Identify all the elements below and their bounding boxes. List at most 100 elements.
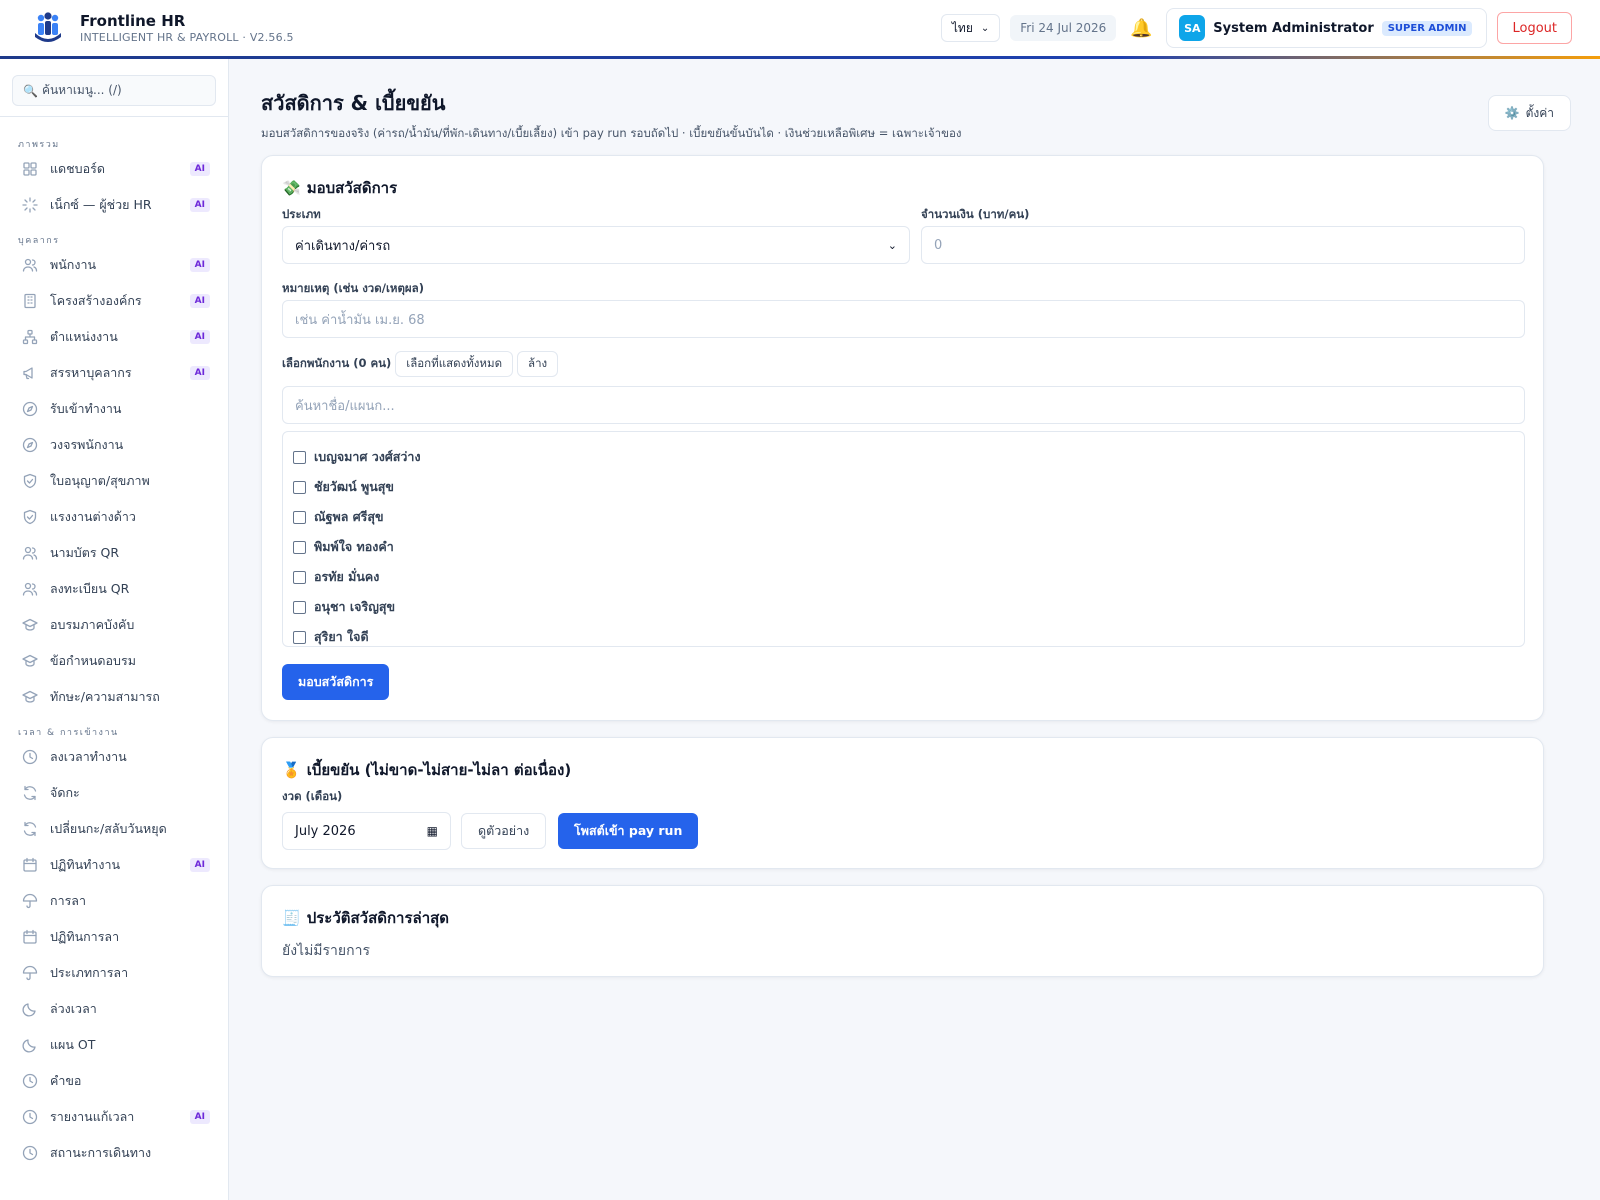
logout-button[interactable]: Logout [1497,12,1572,44]
employee-name: อนุชา เจริญสุข [314,599,396,614]
sidebar-item[interactable]: ลงทะเบียน QR [0,571,228,607]
sidebar-item[interactable]: ตำแหน่งงาน AI [0,319,228,355]
amount-input[interactable]: 0 [921,226,1525,264]
post-to-payrun-button[interactable]: โพสต์เข้า pay run [558,813,699,849]
sidebar-item[interactable]: รายงานแก้เวลา AI [0,1099,228,1135]
employee-row[interactable]: อนุชา เจริญสุข [293,592,1514,622]
sidebar-item[interactable]: แรงงานต่างด้าว [0,499,228,535]
employee-row[interactable]: ณัฐพล ศรีสุข [293,502,1514,532]
employee-name: ณัฐพล ศรีสุข [314,509,384,524]
sidebar-item[interactable]: ปฏิทินทำงาน AI [0,847,228,883]
type-select-value: ค่าเดินทาง/ค่ารถ [295,238,391,254]
sidebar-item[interactable]: พนักงาน AI [0,247,228,283]
sidebar-item[interactable]: แดชบอร์ด AI [0,151,228,187]
sidebar-item[interactable]: เน็กซ์ — ผู้ช่วย HR AI [0,187,228,223]
language-select[interactable]: ไทย ⌄ [940,14,1001,42]
sidebar-item[interactable]: การลา [0,883,228,919]
sidebar-item[interactable]: ทักษะ/ความสามารถ [0,679,228,715]
employee-checkbox[interactable] [293,510,306,524]
sidebar-item-label: ลงทะเบียน QR [50,581,130,596]
sidebar-item-label: คำขอ [50,1073,82,1088]
employee-row[interactable]: สุริยา ใจดี [293,622,1514,652]
sidebar-item[interactable]: สรรหาบุคลากร AI [0,355,228,391]
sidebar-item-label: ใบอนุญาต/สุขภาพ [50,473,150,488]
employee-row[interactable]: เบญจมาศ วงศ์สว่าง [293,442,1514,472]
employee-name: เบญจมาศ วงศ์สว่าง [314,449,421,464]
role-badge: SUPER ADMIN [1381,20,1473,36]
sidebar-section-label: ภาพรวม [18,140,60,150]
calendar-icon [22,857,38,873]
moon-icon [22,1001,38,1017]
megaphone-icon [22,365,38,381]
sidebar-item[interactable]: สถานะการเดินทาง [0,1135,228,1171]
sidebar-item[interactable]: ข้อกำหนดอบรม [0,643,228,679]
sidebar-item[interactable]: ปฏิทินการลา [0,919,228,955]
sidebar-item-label: เน็กซ์ — ผู้ช่วย HR [50,197,152,212]
sidebar-item-label: สถานะการเดินทาง [50,1145,152,1160]
employee-row[interactable]: พิมพ์ใจ ทองคำ [293,532,1514,562]
select-all-visible-button[interactable]: เลือกที่แสดงทั้งหมด [395,351,514,377]
page-header: สวัสดิการ & เบี้ยขยัน มอบสวัสดิการของจริ… [261,87,1571,143]
employee-checkbox[interactable] [293,600,306,614]
sidebar-item-label: นามบัตร QR [50,545,120,560]
sidebar-item-label: แรงงานต่างด้าว [50,509,136,524]
sidebar-item[interactable]: นามบัตร QR [0,535,228,571]
brand: Frontline HR INTELLIGENT HR & PAYROLL · … [80,12,294,44]
amount-placeholder: 0 [934,237,943,253]
refresh-icon [22,785,38,801]
period-month-input[interactable]: July 2026 ▦ [282,812,451,850]
sidebar-item[interactable]: คำขอ [0,1063,228,1099]
calendar-icon [22,929,38,945]
graduation-cap-icon [22,653,38,669]
sidebar-item[interactable]: ประเภทการลา [0,955,228,991]
shield-icon [22,509,38,525]
sidebar-item[interactable]: อบรมภาคบังคับ [0,607,228,643]
receipt-icon: 🧾 [282,909,301,927]
sidebar-item[interactable]: ลงเวลาทำงาน [0,739,228,775]
sidebar-item[interactable]: ล่วงเวลา [0,991,228,1027]
grant-welfare-button[interactable]: มอบสวัสดิการ [282,664,390,700]
employee-checkbox[interactable] [293,480,306,494]
note-label: หมายเหตุ (เช่น งวด/เหตุผล) [282,281,424,295]
employee-row[interactable]: ชัยวัฒน์ พูนสุข [293,472,1514,502]
sidebar-item[interactable]: แผน OT [0,1027,228,1063]
employee-checkbox[interactable] [293,450,306,464]
employee-checkbox[interactable] [293,630,306,644]
sidebar-item[interactable]: ใบอนุญาต/สุขภาพ [0,463,228,499]
clear-selection-button[interactable]: ล้าง [517,351,559,377]
user-menu[interactable]: SA System Administrator SUPER ADMIN [1166,8,1488,48]
page-subtitle: มอบสวัสดิการของจริง (ค่ารถ/น้ำมัน/ที่พัก… [261,126,962,140]
sidebar-item[interactable]: จัดกะ [0,775,228,811]
grant-welfare-card: 💸 มอบสวัสดิการ ประเภท ค่าเดินทาง/ค่ารถ ⌄… [261,155,1544,721]
history-empty-text: ยังไม่มีรายการ [282,943,370,959]
sidebar-search-input[interactable]: 🔍 ค้นหาเมนู... (/) [12,75,216,106]
sidebar-item[interactable]: วงจรพนักงาน [0,427,228,463]
sidebar-item-label: ปฏิทินการลา [50,929,120,944]
sidebar-item[interactable]: รับเข้าทำงาน [0,391,228,427]
sidebar-item-label: ปฏิทินทำงาน [50,857,121,872]
ai-badge: AI [189,1110,210,1124]
building-icon [22,293,38,309]
employee-row[interactable]: อรทัย มั่นคง [293,562,1514,592]
sidebar-item[interactable]: เปลี่ยนกะ/สลับวันหยุด [0,811,228,847]
type-select[interactable]: ค่าเดินทาง/ค่ารถ ⌄ [282,226,910,264]
hierarchy-icon [22,329,38,345]
clock-icon [22,1109,38,1125]
employee-checkbox[interactable] [293,570,306,584]
main-content: สวัสดิการ & เบี้ยขยัน มอบสวัสดิการของจริ… [229,59,1600,1200]
bell-icon[interactable]: 🔔 [1126,18,1156,39]
employee-checklist: เบญจมาศ วงศ์สว่างชัยวัฒน์ พูนสุขณัฐพล ศร… [282,431,1525,647]
period-label: งวด (เดือน) [282,789,343,803]
employee-checkbox[interactable] [293,540,306,554]
employee-search-input[interactable]: ค้นหาชื่อ/แผนก... [282,386,1525,424]
sidebar-item-label: วงจรพนักงาน [50,437,124,452]
note-input[interactable]: เช่น ค่าน้ำมัน เม.ย. 68 [282,300,1525,338]
user-name: System Administrator [1213,20,1374,36]
ai-badge: AI [189,258,210,272]
preview-button[interactable]: ดูตัวอย่าง [461,813,547,849]
employee-name: อรทัย มั่นคง [314,569,380,584]
sidebar-item[interactable]: โครงสร้างองค์กร AI [0,283,228,319]
money-icon: 💸 [282,179,301,197]
settings-button[interactable]: ⚙️ ตั้งค่า [1487,95,1571,131]
avatar: SA [1179,15,1206,41]
